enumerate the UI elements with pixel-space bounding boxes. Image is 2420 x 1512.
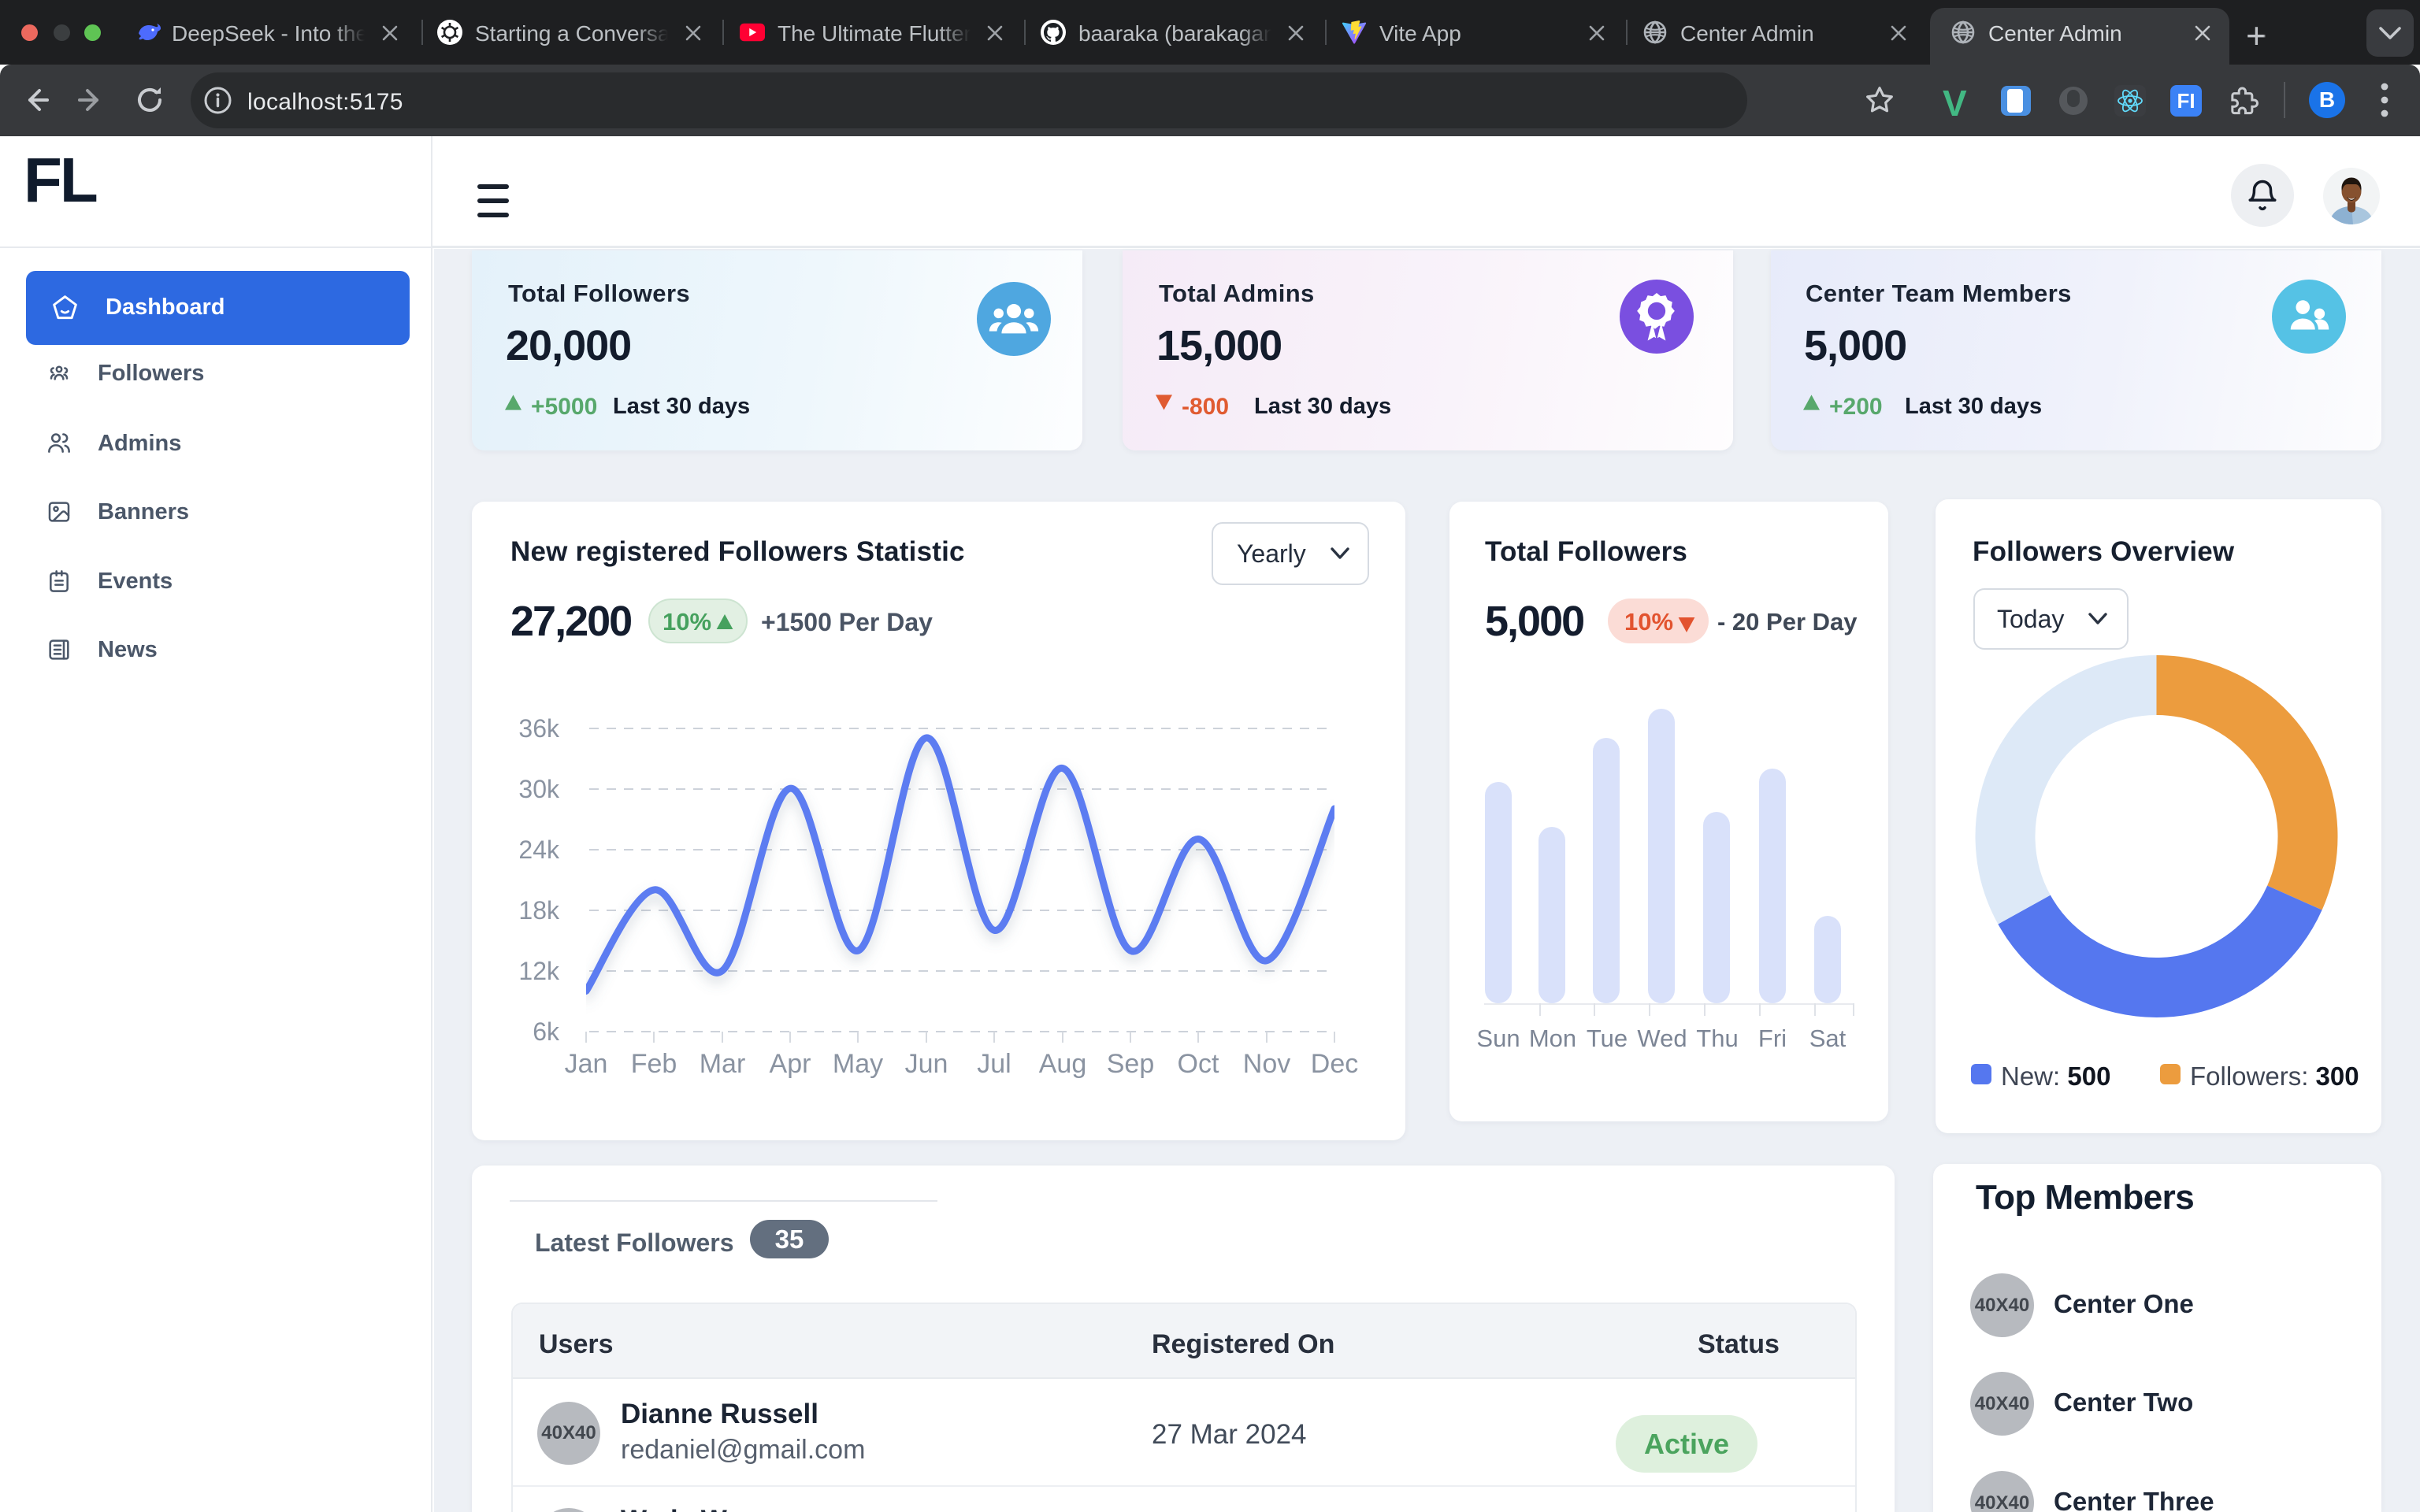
svg-text:Mon: Mon — [1529, 1025, 1576, 1052]
svg-text:30k: 30k — [518, 775, 560, 803]
svg-text:May: May — [833, 1049, 883, 1079]
svg-text:Wed: Wed — [1637, 1025, 1687, 1052]
svg-text:Sun: Sun — [1476, 1025, 1520, 1052]
svg-text:36k: 36k — [518, 714, 560, 743]
svg-text:Nov: Nov — [1243, 1049, 1290, 1079]
svg-text:18k: 18k — [518, 896, 560, 925]
svg-text:Thu: Thu — [1696, 1025, 1738, 1052]
svg-text:Aug: Aug — [1039, 1049, 1087, 1079]
svg-text:Sep: Sep — [1107, 1049, 1155, 1079]
svg-text:12k: 12k — [518, 957, 560, 985]
svg-text:Mar: Mar — [700, 1049, 746, 1079]
svg-text:Fri: Fri — [1758, 1025, 1787, 1052]
svg-text:6k: 6k — [533, 1017, 560, 1046]
svg-text:Apr: Apr — [770, 1049, 811, 1079]
svg-text:Jun: Jun — [905, 1049, 948, 1079]
svg-text:Jul: Jul — [977, 1049, 1011, 1079]
svg-text:Oct: Oct — [1178, 1049, 1219, 1079]
svg-text:Feb: Feb — [631, 1049, 677, 1079]
svg-text:Sat: Sat — [1809, 1025, 1847, 1052]
svg-text:Jan: Jan — [565, 1049, 608, 1079]
svg-text:Dec: Dec — [1311, 1049, 1358, 1079]
svg-text:24k: 24k — [518, 836, 560, 864]
svg-text:Tue: Tue — [1587, 1025, 1628, 1052]
